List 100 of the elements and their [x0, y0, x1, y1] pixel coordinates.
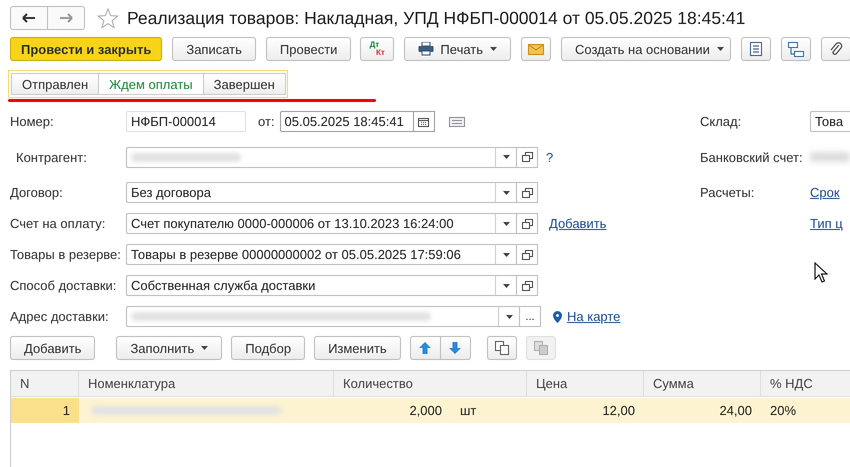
help-link[interactable]: ? [546, 150, 554, 164]
open-button[interactable] [516, 146, 538, 168]
table-button[interactable]: Изменить [314, 336, 401, 360]
open-window-icon [522, 218, 532, 228]
add-link[interactable]: Добавить [549, 216, 606, 231]
paste-icon [534, 341, 548, 355]
table-button[interactable]: Подбор [231, 336, 306, 360]
column-header[interactable]: % НДС [761, 371, 850, 396]
field-label: Номер: [10, 114, 55, 129]
window-title: Реализация товаров: Накладная, УПД НФБП-000014 от 05.05.2025 18:45:41 [127, 8, 746, 28]
envelope-icon [528, 44, 544, 54]
map-link[interactable]: На карте [567, 309, 620, 324]
field-label: Договор: [10, 185, 64, 200]
right-arrow-icon [59, 13, 73, 23]
table-cell: 1 [11, 398, 79, 423]
caret-icon [502, 155, 510, 159]
field-label: Контрагент: [15, 150, 88, 164]
copy-icon [494, 341, 509, 355]
select-field[interactable]: Счет покупателю 0000-000006 от 13.10.2023 16:24:00 [126, 213, 496, 234]
select-field[interactable] [126, 146, 496, 168]
map-pin-icon [553, 310, 562, 322]
caret-icon [502, 252, 510, 256]
dropdown-button[interactable] [495, 146, 517, 168]
field-label: Банковский счет: [700, 150, 804, 164]
post-and-close-button[interactable]: Провести и закрыть [10, 37, 162, 61]
calendar-icon [418, 116, 430, 126]
status-tab[interactable]: Завершен [202, 73, 286, 95]
field-label: Склад: [700, 114, 742, 129]
toolbar-button[interactable]: Создать на основании [561, 37, 731, 61]
select-button[interactable]: ... [519, 306, 541, 327]
column-header[interactable]: Номенклатура [79, 371, 334, 396]
select-field[interactable] [126, 306, 499, 327]
open-window-icon [522, 280, 532, 290]
field-label: от: [258, 114, 275, 129]
star-icon[interactable] [97, 8, 119, 28]
select-field[interactable]: Без договора [126, 182, 496, 203]
printer-icon [418, 42, 434, 56]
table-button[interactable]: Добавить [10, 336, 96, 360]
field-label: Товары в резерве: [10, 247, 122, 262]
list-button[interactable] [740, 37, 771, 61]
field-label: Способ доставки: [10, 278, 118, 293]
calendar-button[interactable] [412, 111, 435, 132]
attach-button[interactable] [820, 37, 850, 61]
caret-icon [506, 314, 512, 318]
field-label: Счет на оплату: [10, 216, 106, 231]
open-window-icon [522, 152, 532, 162]
comment-icon[interactable] [448, 116, 465, 126]
move-down-button[interactable] [440, 336, 471, 360]
dropdown-button[interactable] [495, 213, 517, 234]
open-button[interactable] [516, 182, 538, 203]
email-button[interactable] [521, 37, 552, 61]
column-header[interactable]: Цена [527, 371, 644, 396]
back-button[interactable] [10, 6, 48, 30]
date-field[interactable]: 05.05.2025 18:45:41 [280, 111, 414, 132]
column-header[interactable]: Сумма [644, 371, 761, 396]
dropdown-button[interactable] [495, 244, 517, 265]
field-label: Расчеты: [700, 185, 756, 200]
down-arrow-icon [449, 342, 462, 354]
print-button[interactable]: Печать [404, 37, 512, 61]
caret-icon [502, 190, 510, 194]
table-button[interactable]: Заполнить [116, 336, 222, 360]
table-cell-text: 2,000 [408, 402, 443, 420]
settings-link[interactable]: Тип ц [810, 216, 843, 231]
paperclip-icon [828, 41, 843, 57]
caret-icon [502, 222, 510, 226]
structure-icon [788, 42, 804, 56]
settings-link[interactable]: Срок [810, 185, 840, 200]
move-up-button[interactable] [410, 336, 441, 360]
left-arrow-icon [22, 13, 36, 23]
status-tab[interactable]: Ждем оплаты [98, 73, 204, 95]
table-cell-text: шт [459, 402, 478, 420]
caret-icon [502, 284, 510, 288]
column-header[interactable]: Количество [334, 371, 527, 396]
open-window-icon [522, 250, 532, 260]
number-field[interactable]: НФБП-000014 [126, 111, 246, 132]
table-row[interactable]: 1 2,000 шт 12,00 24,00 20% [11, 398, 850, 423]
mouse-cursor-icon [814, 262, 828, 284]
toolbar-button[interactable]: Провести [266, 37, 352, 61]
open-button[interactable] [516, 244, 538, 265]
warehouse-field[interactable]: Това [810, 111, 850, 132]
copy-button[interactable] [486, 336, 517, 360]
status-tab[interactable]: Отправлен [11, 73, 100, 95]
debit-credit-button[interactable]: Дт Кт [360, 37, 394, 61]
column-header[interactable]: N [11, 371, 79, 396]
list-icon [750, 42, 762, 56]
dropdown-button[interactable] [498, 306, 520, 327]
dropdown-button[interactable] [495, 182, 517, 203]
open-button[interactable] [516, 213, 538, 234]
structure-button[interactable] [780, 37, 811, 61]
up-arrow-icon [419, 342, 432, 354]
table-cell-text: 20% [769, 402, 798, 420]
toolbar-button[interactable]: Записать [172, 37, 256, 61]
table-cell-text: 24,00 [718, 402, 753, 420]
field-label: Адрес доставки: [10, 309, 110, 324]
select-field[interactable]: Товары в резерве 00000000002 от 05.05.2025 17:59:06 [126, 244, 496, 265]
dropdown-button[interactable] [495, 275, 517, 296]
table-cell-text: 12,00 [601, 402, 636, 420]
select-field[interactable]: Собственная служба доставки [126, 275, 496, 296]
open-window-icon [522, 188, 532, 198]
open-button[interactable] [516, 275, 538, 296]
